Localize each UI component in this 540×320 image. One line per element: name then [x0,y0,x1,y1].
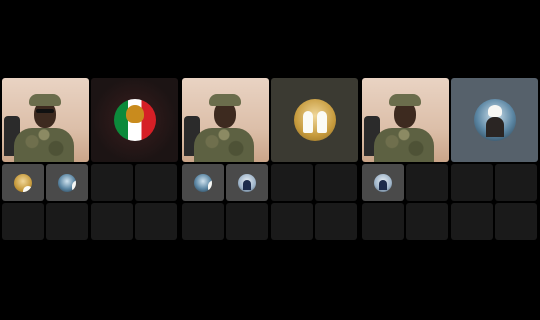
participant-body [194,128,254,162]
blue-avatar-icon [194,173,212,192]
participant-body [374,128,434,162]
empty-thumbnail-tile [451,164,493,201]
thumbnail-tile[interactable] [362,164,404,201]
gold-avatar-icon [14,173,32,192]
empty-thumbnail-tile [135,203,177,240]
empty-thumbnail-tile [46,203,88,240]
call-grid-panel-3 [362,78,538,242]
call-grid-panel-2 [182,78,358,242]
empty-thumbnail-tile [315,203,357,240]
empty-thumbnail-tile [406,203,448,240]
empty-thumbnail-tile [451,203,493,240]
participant-avatar-tile[interactable] [451,78,538,162]
thumbnail-tile[interactable] [46,164,88,201]
empty-thumbnail-tile [135,164,177,201]
thumbnail-tile[interactable] [226,164,268,201]
empty-thumbnail-tile [2,203,44,240]
empty-thumbnail-tile [495,164,537,201]
suit-avatar-icon [238,173,256,192]
participant-hat [209,94,241,106]
participant-sunglasses [36,109,54,113]
thumbnail-tile[interactable] [2,164,44,201]
thumbnail-tile[interactable] [182,164,224,201]
participant-avatar-tile[interactable] [271,78,358,162]
call-grid-panel-1 [2,78,178,242]
participant-avatar-tile[interactable] [91,78,178,162]
empty-thumbnail-tile [91,203,133,240]
empty-thumbnail-tile [362,203,404,240]
empty-thumbnail-tile [406,164,448,201]
participant-video-tile[interactable] [362,78,449,162]
suit-avatar-icon [374,173,392,192]
empty-thumbnail-tile [315,164,357,201]
empty-thumbnail-tile [495,203,537,240]
empty-thumbnail-tile [271,164,313,201]
participant-video-tile[interactable] [182,78,269,162]
empty-thumbnail-tile [271,203,313,240]
flag-emblem-avatar-icon [113,99,156,141]
gold-avatar-icon [293,99,336,141]
blue-avatar-icon [473,99,516,141]
participant-body [14,128,74,162]
participant-video-tile[interactable] [2,78,89,162]
participant-hat [389,94,421,106]
empty-thumbnail-tile [226,203,268,240]
participant-hat [29,94,61,106]
empty-thumbnail-tile [182,203,224,240]
blue-avatar-icon [58,173,76,192]
empty-thumbnail-tile [91,164,133,201]
